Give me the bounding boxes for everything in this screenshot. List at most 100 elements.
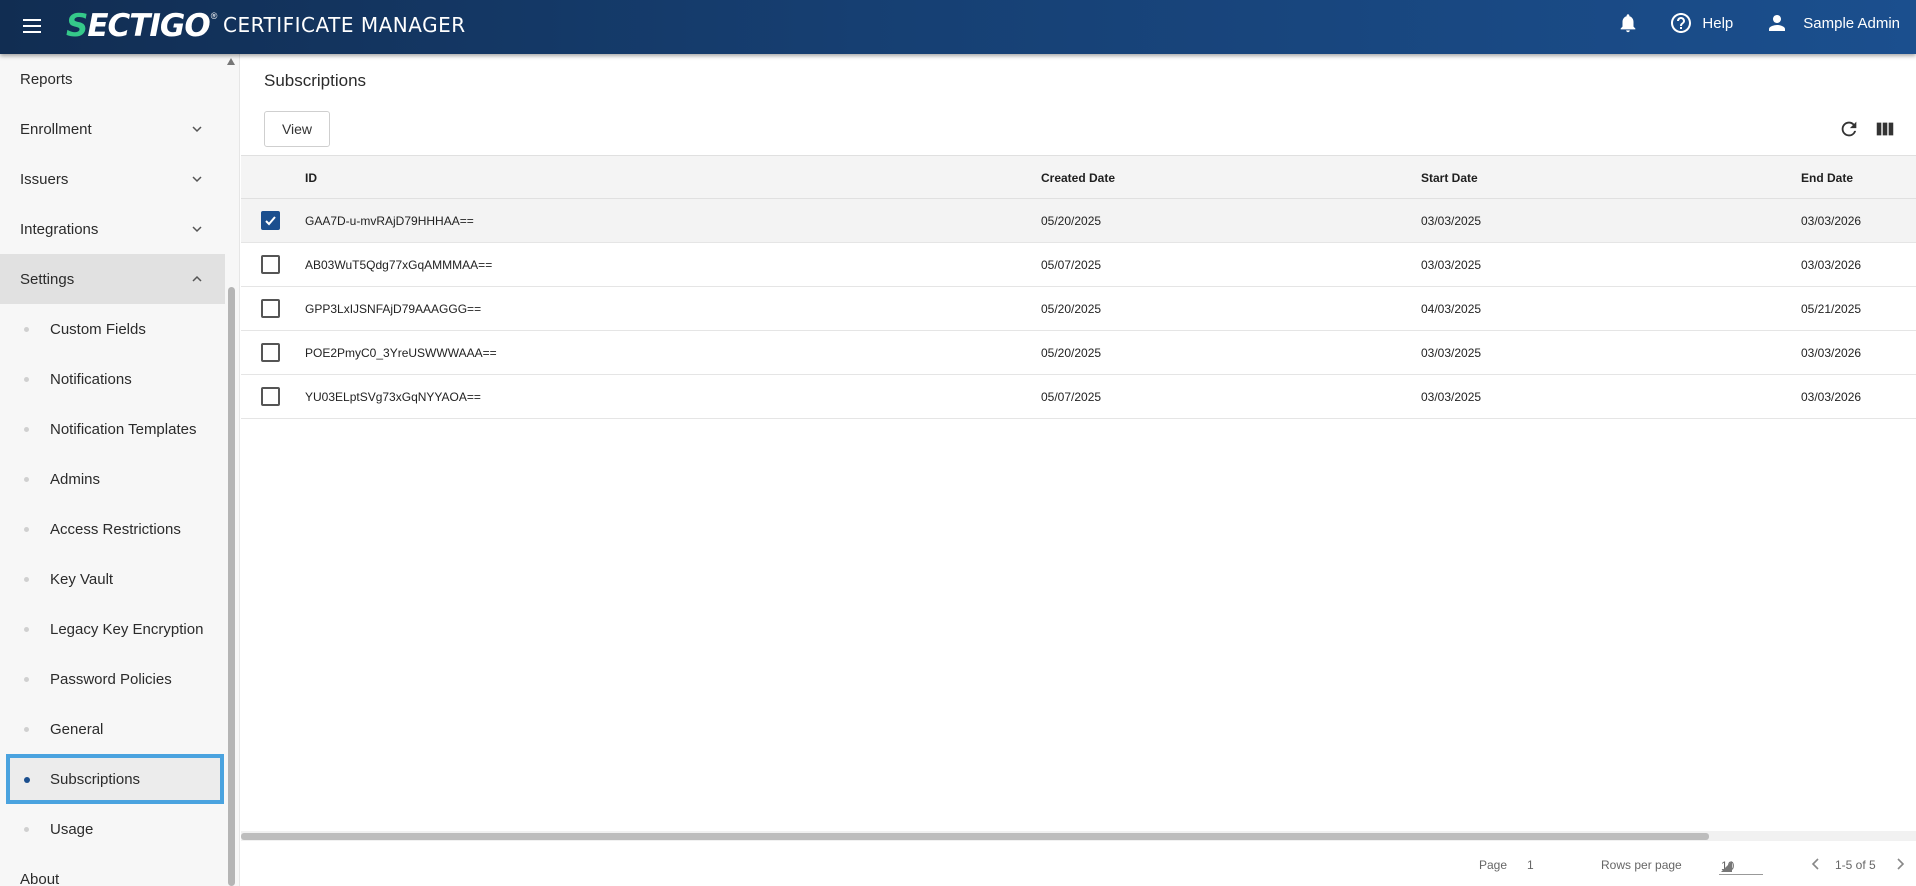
page-range: 1-5 of 5 bbox=[1835, 858, 1876, 872]
sidebar-item-about[interactable]: About bbox=[0, 854, 225, 886]
table-header: ID Created Date Start Date End Date bbox=[241, 155, 1916, 199]
chevron-up-icon bbox=[192, 275, 202, 282]
chevron-left-icon[interactable] bbox=[1808, 856, 1824, 872]
sidebar-item-settings[interactable]: Settings bbox=[0, 254, 225, 304]
cell-id: GAA7D-u-mvRAjD79HHHAA== bbox=[305, 214, 474, 228]
column-header-created-date[interactable]: Created Date bbox=[1041, 171, 1115, 185]
cell-created-date: 05/20/2025 bbox=[1041, 214, 1102, 228]
table-horizontal-scrollbar[interactable] bbox=[241, 831, 1916, 841]
cell-start-date: 04/03/2025 bbox=[1421, 302, 1482, 316]
main-content: Subscriptions View ID Created Date Start… bbox=[241, 54, 1916, 886]
column-header-end-date[interactable]: End Date bbox=[1801, 171, 1853, 185]
table-row[interactable]: YU03ELptSVg73xGqNYYAOA== 05/07/2025 03/0… bbox=[241, 375, 1916, 419]
sidebar-item-integrations[interactable]: Integrations bbox=[0, 204, 225, 254]
cell-start-date: 03/03/2025 bbox=[1421, 346, 1482, 360]
sidebar-subitem-legacy-key-encryption[interactable]: Legacy Key Encryption bbox=[0, 604, 225, 654]
cell-created-date: 05/07/2025 bbox=[1041, 258, 1102, 272]
sidebar-subitem-access-restrictions[interactable]: Access Restrictions bbox=[0, 504, 225, 554]
bell-icon[interactable] bbox=[1617, 12, 1639, 34]
sidebar-item-reports[interactable]: Reports bbox=[0, 54, 225, 104]
sidebar-subitem-label: Notifications bbox=[50, 370, 132, 388]
row-checkbox[interactable] bbox=[261, 299, 280, 318]
column-header-start-date[interactable]: Start Date bbox=[1421, 171, 1478, 185]
cell-id: GPP3LxIJSNFAjD79AAAGGG== bbox=[305, 302, 482, 316]
bullet-icon bbox=[24, 377, 29, 382]
sidebar-subitem-usage[interactable]: Usage bbox=[0, 804, 225, 854]
cell-id: POE2PmyC0_3YreUSWWWAAA== bbox=[305, 346, 497, 360]
cell-end-date: 03/03/2026 bbox=[1801, 258, 1862, 272]
cell-start-date: 03/03/2025 bbox=[1421, 390, 1482, 404]
top-header: SECTIGO ® CERTIFICATE MANAGER Help Sample… bbox=[0, 0, 1916, 54]
subscriptions-table: ID Created Date Start Date End Date GAA7… bbox=[241, 155, 1916, 419]
refresh-icon[interactable] bbox=[1838, 118, 1860, 140]
bullet-icon bbox=[24, 427, 29, 432]
sidebar-subitem-custom-fields[interactable]: Custom Fields bbox=[0, 304, 225, 354]
sidebar-subitem-label: Legacy Key Encryption bbox=[50, 620, 204, 638]
columns-icon[interactable] bbox=[1874, 118, 1896, 140]
sidebar-item-label: Integrations bbox=[20, 220, 99, 238]
sidebar-subitem-admins[interactable]: Admins bbox=[0, 454, 225, 504]
rows-per-page-select[interactable]: 10 bbox=[1719, 855, 1763, 875]
cell-start-date: 03/03/2025 bbox=[1421, 214, 1482, 228]
sidebar-item-issuers[interactable]: Issuers bbox=[0, 154, 225, 204]
column-header-id[interactable]: ID bbox=[305, 171, 317, 185]
cell-created-date: 05/20/2025 bbox=[1041, 346, 1102, 360]
sidebar-subitem-notifications[interactable]: Notifications bbox=[0, 354, 225, 404]
bullet-icon bbox=[24, 727, 29, 732]
sidebar-subitem-label: Access Restrictions bbox=[50, 520, 181, 538]
chevron-right-icon[interactable] bbox=[1892, 856, 1908, 872]
row-checkbox[interactable] bbox=[261, 211, 280, 230]
table-row[interactable]: GAA7D-u-mvRAjD79HHHAA== 05/20/2025 03/03… bbox=[241, 199, 1916, 243]
bullet-icon bbox=[24, 327, 29, 332]
sidebar-subitem-password-policies[interactable]: Password Policies bbox=[0, 654, 225, 704]
table-row[interactable]: AB03WuT5Qdg77xGqAMMMAA== 05/07/2025 03/0… bbox=[241, 243, 1916, 287]
bullet-icon bbox=[24, 477, 29, 482]
header-actions: Help Sample Admin bbox=[1617, 0, 1900, 46]
bullet-icon bbox=[24, 577, 29, 582]
bullet-icon bbox=[24, 827, 29, 832]
sidebar-subitem-label: Admins bbox=[50, 470, 101, 488]
cell-id: AB03WuT5Qdg77xGqAMMMAA== bbox=[305, 258, 493, 272]
cell-created-date: 05/07/2025 bbox=[1041, 390, 1102, 404]
help-icon[interactable] bbox=[1669, 11, 1693, 35]
sidebar-subitem-notification-templates[interactable]: Notification Templates bbox=[0, 404, 225, 454]
sidebar-subitem-label: Custom Fields bbox=[50, 320, 146, 338]
sidebar-subitem-key-vault[interactable]: Key Vault bbox=[0, 554, 225, 604]
sidebar-item-label: Reports bbox=[20, 70, 73, 88]
user-icon[interactable] bbox=[1765, 11, 1789, 35]
user-menu[interactable]: Sample Admin bbox=[1803, 15, 1900, 32]
sidebar-subitem-label: Password Policies bbox=[50, 670, 172, 688]
row-checkbox[interactable] bbox=[261, 255, 280, 274]
cell-created-date: 05/20/2025 bbox=[1041, 302, 1102, 316]
sidebar-subitem-subscriptions[interactable]: Subscriptions bbox=[6, 754, 224, 804]
help-link[interactable]: Help bbox=[1702, 15, 1733, 32]
sidebar-scrollbar[interactable] bbox=[226, 54, 236, 886]
sidebar-subitem-label: Subscriptions bbox=[50, 770, 141, 788]
chevron-down-icon bbox=[192, 226, 202, 233]
cell-end-date: 05/21/2025 bbox=[1801, 302, 1862, 316]
rows-per-page-label: Rows per page bbox=[1601, 858, 1682, 872]
sidebar-item-enrollment[interactable]: Enrollment bbox=[0, 104, 225, 154]
view-button[interactable]: View bbox=[264, 111, 330, 147]
page-number[interactable]: 1 bbox=[1527, 858, 1534, 872]
sidebar-item-label: Issuers bbox=[20, 170, 69, 188]
row-checkbox[interactable] bbox=[261, 387, 280, 406]
bullet-icon bbox=[24, 777, 30, 783]
sidebar-item-label: About bbox=[20, 870, 60, 886]
scroll-up-icon[interactable] bbox=[227, 58, 235, 65]
table-pager: Page 1 Rows per page 10 1-5 of 5 bbox=[241, 841, 1916, 886]
cell-id: YU03ELptSVg73xGqNYYAOA== bbox=[305, 390, 481, 404]
table-row[interactable]: GPP3LxIJSNFAjD79AAAGGG== 05/20/2025 04/0… bbox=[241, 287, 1916, 331]
menu-icon[interactable] bbox=[20, 15, 44, 39]
sidebar-subitem-general[interactable]: General bbox=[0, 704, 225, 754]
chevron-down-icon bbox=[192, 126, 202, 133]
bullet-icon bbox=[24, 627, 29, 632]
row-checkbox[interactable] bbox=[261, 343, 280, 362]
bullet-icon bbox=[24, 527, 29, 532]
page-label: Page bbox=[1479, 858, 1508, 872]
sidebar-subitem-label: Usage bbox=[50, 820, 94, 838]
table-row[interactable]: POE2PmyC0_3YreUSWWWAAA== 05/20/2025 03/0… bbox=[241, 331, 1916, 375]
bullet-icon bbox=[24, 677, 29, 682]
horizontal-scroll-thumb[interactable] bbox=[241, 833, 1709, 840]
sidebar-scroll-thumb[interactable] bbox=[228, 287, 235, 886]
